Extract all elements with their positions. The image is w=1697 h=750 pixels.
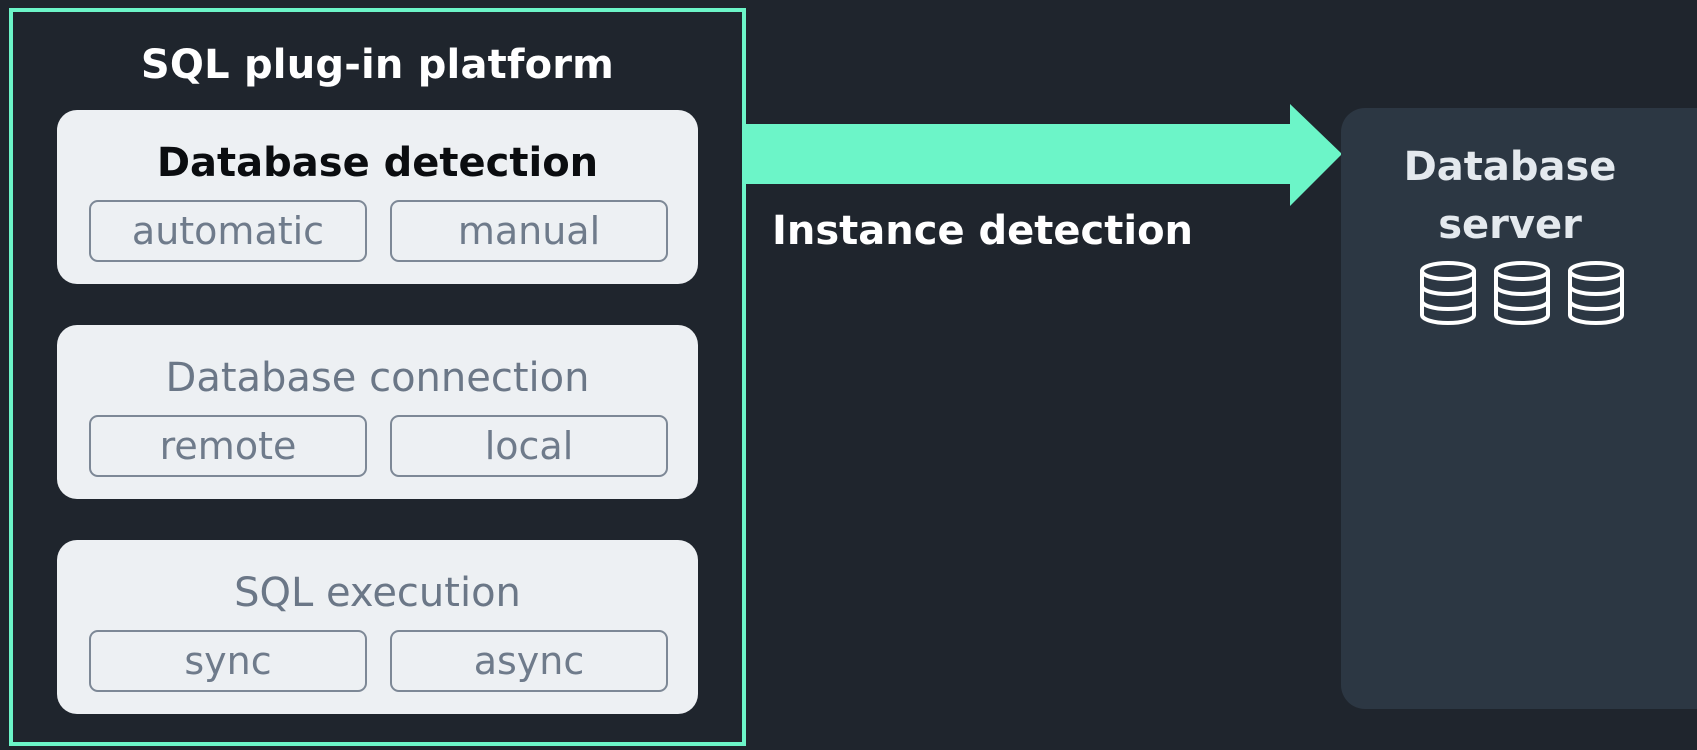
arrow-label: Instance detection [772,208,1194,254]
diagram-canvas: SQL plug-in platform Database detection … [0,0,1697,750]
section-database-detection: Database detection automatic manual [57,110,698,284]
section-database-connection: Database connection remote local [57,325,698,499]
database-icons [1419,260,1625,326]
option-local: local [390,415,668,477]
option-async: async [390,630,668,692]
section-title: SQL execution [234,570,521,616]
section-title: Database detection [156,140,599,186]
option-remote: remote [89,415,367,477]
database-icon [1567,260,1625,326]
platform-title: SQL plug-in platform [140,42,615,88]
database-icon [1493,260,1551,326]
sql-plugin-platform-box: SQL plug-in platform Database detection … [9,8,746,746]
database-server-panel: Database server [1341,108,1697,709]
option-manual: manual [390,200,668,262]
option-sync: sync [89,630,367,692]
instance-detection-arrow-icon [746,104,1342,206]
option-automatic: automatic [89,200,367,262]
server-title-line2: server [1438,202,1582,248]
database-icon [1419,260,1477,326]
section-title: Database connection [165,355,590,401]
server-title: Database server [1341,138,1679,254]
section-sql-execution: SQL execution sync async [57,540,698,714]
server-title-line1: Database [1403,144,1617,190]
